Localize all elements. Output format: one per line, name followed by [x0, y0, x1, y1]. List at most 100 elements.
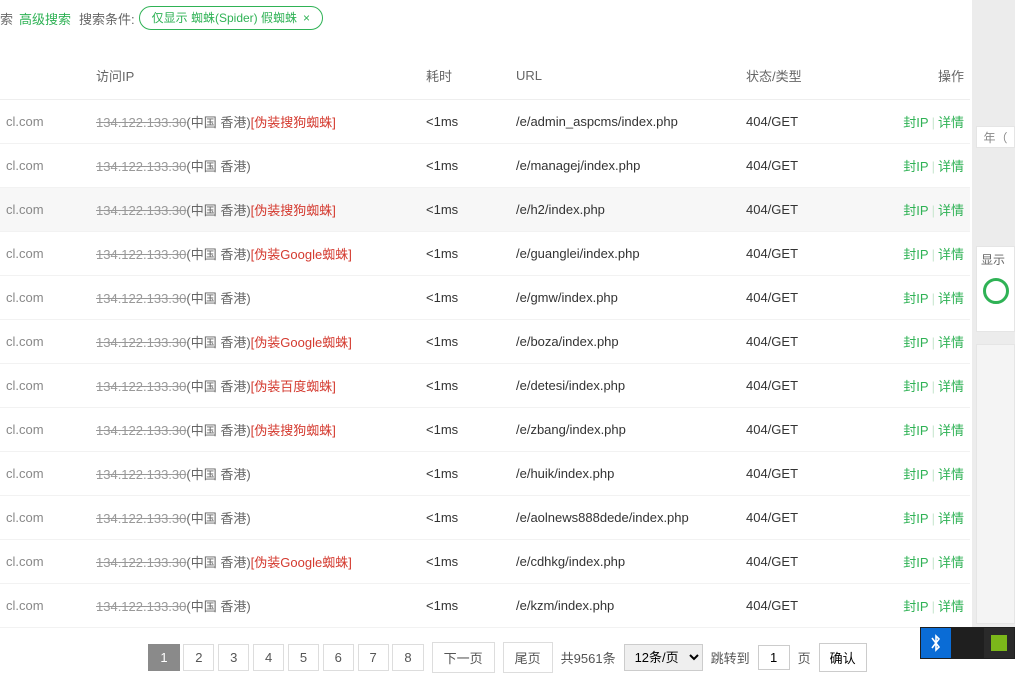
table-row[interactable]: cl.com134.122.133.30(中国 香港)[伪装搜狗蜘蛛]<1ms/… [0, 188, 970, 232]
pagination: 1 2 3 4 5 6 7 8 下一页 尾页 共9561条 12条/页 跳转到 … [0, 628, 1015, 687]
cell-domain: cl.com [0, 452, 90, 496]
table-row[interactable]: cl.com134.122.133.30(中国 香港)<1ms/e/manage… [0, 144, 970, 188]
cell-status: 404/GET [740, 232, 850, 276]
page-button-2[interactable]: 2 [183, 644, 214, 671]
detail-link[interactable]: 详情 [938, 423, 964, 438]
detail-link[interactable]: 详情 [938, 115, 964, 130]
filter-chip-text: 仅显示 蜘蛛(Spider) 假蜘蛛 [152, 9, 297, 26]
table-row[interactable]: cl.com134.122.133.30(中国 香港)[伪装百度蜘蛛]<1ms/… [0, 364, 970, 408]
detail-link[interactable]: 详情 [938, 599, 964, 614]
table-row[interactable]: cl.com134.122.133.30(中国 香港)<1ms/e/huik/i… [0, 452, 970, 496]
page-button-3[interactable]: 3 [218, 644, 249, 671]
ban-ip-link[interactable]: 封IP [903, 555, 928, 570]
page-button-8[interactable]: 8 [392, 644, 423, 671]
cell-actions: 封IP|详情 [850, 100, 970, 144]
detail-link[interactable]: 详情 [938, 203, 964, 218]
last-page-button[interactable]: 尾页 [503, 642, 553, 673]
cell-duration: <1ms [420, 452, 510, 496]
cell-duration: <1ms [420, 408, 510, 452]
cell-url: /e/huik/index.php [510, 452, 740, 496]
bluetooth-icon[interactable] [921, 628, 951, 658]
table-row[interactable]: cl.com134.122.133.30(中国 香港)<1ms/e/gmw/in… [0, 276, 970, 320]
page-button-5[interactable]: 5 [288, 644, 319, 671]
detail-link[interactable]: 详情 [938, 511, 964, 526]
cell-duration: <1ms [420, 496, 510, 540]
cell-domain: cl.com [0, 540, 90, 584]
ban-ip-link[interactable]: 封IP [903, 291, 928, 306]
table-row[interactable]: cl.com134.122.133.30(中国 香港)[伪装Google蜘蛛]<… [0, 320, 970, 364]
right-box-2: 显示 [976, 246, 1015, 332]
cell-ip: 134.122.133.30(中国 香港)[伪装搜狗蜘蛛] [90, 188, 420, 232]
detail-link[interactable]: 详情 [938, 555, 964, 570]
cell-duration: <1ms [420, 232, 510, 276]
cell-ip: 134.122.133.30(中国 香港) [90, 276, 420, 320]
ban-ip-link[interactable]: 封IP [903, 115, 928, 130]
cell-actions: 封IP|详情 [850, 584, 970, 628]
cell-status: 404/GET [740, 364, 850, 408]
jump-confirm-button[interactable]: 确认 [819, 643, 867, 672]
detail-link[interactable]: 详情 [938, 379, 964, 394]
cell-url: /e/zbang/index.php [510, 408, 740, 452]
jump-label: 跳转到 [711, 648, 750, 667]
jump-input[interactable] [758, 645, 790, 670]
cell-url: /e/managej/index.php [510, 144, 740, 188]
cell-ip: 134.122.133.30(中国 香港)[伪装Google蜘蛛] [90, 540, 420, 584]
cell-ip: 134.122.133.30(中国 香港) [90, 496, 420, 540]
page-size-select[interactable]: 12条/页 [624, 644, 703, 671]
cell-url: /e/cdhkg/index.php [510, 540, 740, 584]
col-status: 状态/类型 [740, 52, 850, 100]
table-row[interactable]: cl.com134.122.133.30(中国 香港)[伪装Google蜘蛛]<… [0, 232, 970, 276]
ban-ip-link[interactable]: 封IP [903, 511, 928, 526]
page-button-1[interactable]: 1 [148, 644, 179, 671]
cell-actions: 封IP|详情 [850, 364, 970, 408]
ban-ip-link[interactable]: 封IP [903, 247, 928, 262]
page-button-6[interactable]: 6 [323, 644, 354, 671]
cell-ip: 134.122.133.30(中国 香港) [90, 452, 420, 496]
cell-duration: <1ms [420, 100, 510, 144]
detail-link[interactable]: 详情 [938, 291, 964, 306]
cell-status: 404/GET [740, 584, 850, 628]
cell-url: /e/aolnews888dede/index.php [510, 496, 740, 540]
cell-domain: cl.com [0, 276, 90, 320]
cell-ip: 134.122.133.30(中国 香港) [90, 144, 420, 188]
ban-ip-link[interactable]: 封IP [903, 335, 928, 350]
cell-domain: cl.com [0, 408, 90, 452]
cell-domain: cl.com [0, 188, 90, 232]
table-row[interactable]: cl.com134.122.133.30(中国 香港)<1ms/e/aolnew… [0, 496, 970, 540]
cell-status: 404/GET [740, 100, 850, 144]
detail-link[interactable]: 详情 [938, 159, 964, 174]
table-row[interactable]: cl.com134.122.133.30(中国 香港)[伪装Google蜘蛛]<… [0, 540, 970, 584]
detail-link[interactable]: 详情 [938, 335, 964, 350]
cell-status: 404/GET [740, 188, 850, 232]
cell-status: 404/GET [740, 452, 850, 496]
cell-ip: 134.122.133.30(中国 香港) [90, 584, 420, 628]
table-row[interactable]: cl.com134.122.133.30(中国 香港)<1ms/e/kzm/in… [0, 584, 970, 628]
ban-ip-link[interactable]: 封IP [903, 203, 928, 218]
page-button-7[interactable]: 7 [358, 644, 389, 671]
cell-url: /e/detesi/index.php [510, 364, 740, 408]
cell-actions: 封IP|详情 [850, 188, 970, 232]
ban-ip-link[interactable]: 封IP [903, 159, 928, 174]
advanced-search-link[interactable]: 高级搜索 [19, 9, 71, 28]
ban-ip-link[interactable]: 封IP [903, 467, 928, 482]
cell-actions: 封IP|详情 [850, 144, 970, 188]
table-row[interactable]: cl.com134.122.133.30(中国 香港)[伪装搜狗蜘蛛]<1ms/… [0, 408, 970, 452]
detail-link[interactable]: 详情 [938, 247, 964, 262]
ban-ip-link[interactable]: 封IP [903, 599, 928, 614]
next-page-button[interactable]: 下一页 [432, 642, 495, 673]
filter-chip[interactable]: 仅显示 蜘蛛(Spider) 假蜘蛛 × [139, 6, 323, 30]
cell-ip: 134.122.133.30(中国 香港)[伪装Google蜘蛛] [90, 232, 420, 276]
condition-label: 搜索条件: [79, 9, 135, 28]
cell-domain: cl.com [0, 320, 90, 364]
right-box-1: 年（ [976, 126, 1015, 148]
col-ip: 访问IP [90, 52, 420, 100]
page-button-4[interactable]: 4 [253, 644, 284, 671]
ban-ip-link[interactable]: 封IP [903, 379, 928, 394]
nvidia-icon[interactable] [984, 628, 1014, 658]
table-row[interactable]: cl.com134.122.133.30(中国 香港)[伪装搜狗蜘蛛]<1ms/… [0, 100, 970, 144]
detail-link[interactable]: 详情 [938, 467, 964, 482]
log-table: 访问IP 耗时 URL 状态/类型 操作 cl.com134.122.133.3… [0, 52, 970, 628]
cell-domain: cl.com [0, 144, 90, 188]
ban-ip-link[interactable]: 封IP [903, 423, 928, 438]
close-icon[interactable]: × [303, 11, 310, 25]
